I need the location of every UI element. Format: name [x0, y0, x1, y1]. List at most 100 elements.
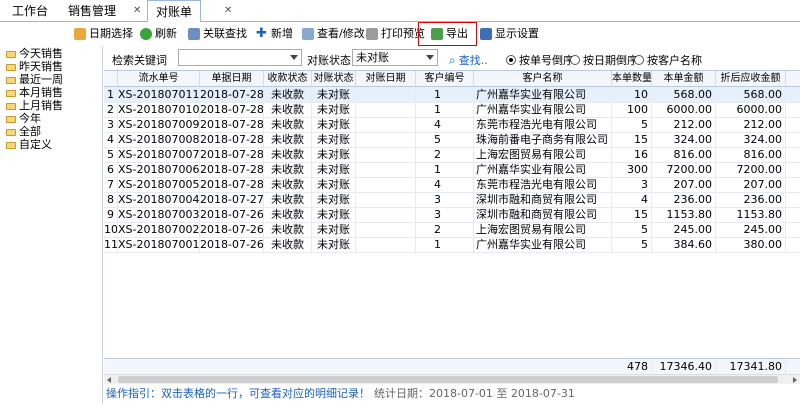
cell-quantity: 5 — [612, 237, 652, 253]
cell-amount: 7200.00 — [652, 162, 716, 178]
column-header-customer-name[interactable]: 客户名称 — [474, 71, 612, 87]
table-row[interactable]: 4 XS-201807008 2018-07-28 未收款 未对账 5 珠海前番电子商务有限… — [104, 132, 800, 148]
cell-row-number: 5 — [104, 147, 118, 163]
column-header-net-amount[interactable]: 折后应收金额 — [716, 71, 786, 87]
tab-statement[interactable]: 对账单 — [147, 0, 202, 23]
column-header-amount[interactable]: 本单金额 — [652, 71, 716, 87]
sort-by-customer-radio[interactable]: 按客户名称 — [634, 52, 702, 68]
table-row[interactable]: 9 XS-201807003 2018-07-26 未收款 未对账 3 深圳市融和商贸有限公… — [104, 207, 800, 223]
cell-quantity: 5 — [612, 222, 652, 238]
close-icon[interactable]: ✕ — [133, 5, 141, 16]
tree-item-this-year[interactable]: 今年 — [6, 113, 41, 125]
scroll-thumb[interactable] — [118, 376, 778, 383]
table-row[interactable]: 7 XS-201807005 2018-07-28 未收款 未对账 4 东莞市程浩光电有限公… — [104, 177, 800, 193]
tree-item-custom[interactable]: 自定义 — [6, 139, 52, 151]
tree-item-label: 今天销售 — [19, 47, 63, 60]
radio-icon — [570, 55, 580, 65]
table-header: 流水单号 单据日期 收款状态 对账状态 对账日期 客户编号 客户名称 本单数量 本单金额 折后应收… — [104, 71, 800, 87]
cell-quantity: 15 — [612, 207, 652, 223]
cell-amount: 1153.80 — [652, 207, 716, 223]
toolbar: 日期选择 刷新 关联查找 ✚ 新增 查看/修改 打印预览 导出 显示设置 — [0, 22, 800, 46]
cell-payment-status: 未收款 — [264, 192, 312, 208]
view-edit-button[interactable]: 查看/修改 — [302, 25, 365, 43]
tree-item-this-month[interactable]: 本月销售 — [6, 87, 63, 99]
filter-bar: 检索关键词 对账状态 未对账 ⌕ 查找.. 按单号倒序 按日期倒序 按客户名称 — [104, 47, 800, 69]
display-settings-button[interactable]: 显示设置 — [480, 25, 539, 43]
cell-serial-number: XS-201807002 — [118, 222, 200, 238]
refresh-icon — [140, 28, 152, 40]
scroll-left-icon[interactable] — [107, 377, 111, 383]
export-button[interactable]: 导出 — [418, 22, 477, 46]
keyword-input[interactable] — [178, 49, 302, 66]
refresh-button[interactable]: 刷新 — [140, 25, 177, 43]
horizontal-scrollbar[interactable] — [104, 374, 800, 384]
status-select[interactable]: 未对账 — [352, 49, 438, 66]
cell-reconcile-status: 未对账 — [312, 132, 356, 148]
tab-workbench[interactable]: 工作台 — [4, 0, 56, 22]
column-header-reconcile-status[interactable]: 对账状态 — [312, 71, 356, 87]
radio-label: 按单号倒序 — [519, 54, 574, 67]
table-row[interactable]: 8 XS-201807004 2018-07-27 未收款 未对账 3 深圳市融和商贸有限公… — [104, 192, 800, 208]
column-header-payment-status[interactable]: 收款状态 — [264, 71, 312, 87]
cell-reconcile-date — [356, 192, 416, 208]
related-search-button[interactable]: 关联查找 — [188, 25, 247, 43]
column-header-row-number[interactable] — [104, 71, 118, 87]
cell-serial-number: XS-201807001 — [118, 237, 200, 253]
search-button[interactable]: ⌕ 查找.. — [449, 52, 488, 68]
table-row[interactable]: 10 XS-201807002 2018-07-26 未收款 未对账 2 上海宏图贸易有限公… — [104, 222, 800, 238]
export-label: 导出 — [446, 27, 468, 40]
folder-icon — [6, 141, 16, 149]
tab-sales-management[interactable]: 销售管理 — [60, 0, 124, 22]
sort-by-date-radio[interactable]: 按日期倒序 — [570, 52, 638, 68]
operation-hint: 操作指引：双击表格的一行，可查看对应的明细记录！ — [106, 387, 370, 400]
cell-row-number: 4 — [104, 132, 118, 148]
table-row[interactable]: 5 XS-201807007 2018-07-28 未收款 未对账 2 上海宏图贸易有限公司… — [104, 147, 800, 163]
table-row[interactable]: 1 XS-201807011 2018-07-28 未收款 未对账 1 广州嘉华实业有限公司… — [104, 87, 800, 103]
tree-item-all[interactable]: 全部 — [6, 126, 41, 138]
refresh-label: 刷新 — [155, 27, 177, 40]
cell-net-amount: 568.00 — [716, 87, 786, 103]
column-header-quantity[interactable]: 本单数量 — [612, 71, 652, 87]
cell-customer-id: 4 — [416, 117, 474, 133]
add-button[interactable]: ✚ 新增 — [256, 25, 293, 43]
table-row[interactable]: 3 XS-201807009 2018-07-28 未收款 未对账 4 东莞市程浩光电有限公… — [104, 117, 800, 133]
cell-net-amount: 380.00 — [716, 237, 786, 253]
table-row[interactable]: 6 XS-201807006 2018-07-28 未收款 未对账 1 广州嘉华实业有限公司… — [104, 162, 800, 178]
cell-customer-name: 上海宏图贸易有限公司 — [474, 222, 612, 238]
tree-item-last-week[interactable]: 最近一周 — [6, 74, 63, 86]
print-preview-button[interactable]: 打印预览 — [366, 25, 425, 43]
table-row[interactable]: 11 XS-201807001 2018-07-26 未收款 未对账 1 广州嘉华实业有限公… — [104, 237, 800, 253]
sort-by-number-radio[interactable]: 按单号倒序 — [506, 52, 574, 68]
column-header-customer-id[interactable]: 客户编号 — [416, 71, 474, 87]
table-row[interactable]: 2 XS-201807010 2018-07-28 未收款 未对账 1 广州嘉华实业有限公司… — [104, 102, 800, 118]
cell-document-date: 2018-07-27 — [200, 192, 264, 208]
cell-document-date: 2018-07-28 — [200, 177, 264, 193]
folder-icon — [6, 76, 16, 84]
cell-payment-status: 未收款 — [264, 162, 312, 178]
column-header-reconcile-date[interactable]: 对账日期 — [356, 71, 416, 87]
keyword-label: 检索关键词 — [112, 54, 167, 67]
tree-item-label: 全部 — [19, 125, 41, 138]
column-header-serial-number[interactable]: 流水单号 — [118, 71, 200, 87]
radio-label: 按日期倒序 — [583, 54, 638, 67]
cell-document-date: 2018-07-28 — [200, 147, 264, 163]
cell-row-number: 9 — [104, 207, 118, 223]
date-select-label: 日期选择 — [89, 27, 133, 40]
close-icon[interactable]: ✕ — [224, 5, 232, 16]
cell-row-number: 2 — [104, 102, 118, 118]
tree-item-yesterday[interactable]: 昨天销售 — [6, 61, 63, 73]
column-header-document-date[interactable]: 单据日期 — [200, 71, 264, 87]
cell-net-amount: 212.00 — [716, 117, 786, 133]
scroll-right-icon[interactable] — [793, 377, 797, 383]
cell-amount: 324.00 — [652, 132, 716, 148]
tree-item-last-month[interactable]: 上月销售 — [6, 100, 63, 112]
cell-reconcile-status: 未对账 — [312, 87, 356, 103]
cell-amount: 245.00 — [652, 222, 716, 238]
cell-reconcile-date — [356, 177, 416, 193]
date-select-button[interactable]: 日期选择 — [74, 25, 133, 43]
cell-customer-name: 上海宏图贸易有限公司 — [474, 147, 612, 163]
cell-customer-name: 深圳市融和商贸有限公司 — [474, 207, 612, 223]
panel-divider[interactable] — [102, 46, 103, 404]
tree-item-today[interactable]: 今天销售 — [6, 48, 63, 60]
cell-customer-id: 4 — [416, 177, 474, 193]
